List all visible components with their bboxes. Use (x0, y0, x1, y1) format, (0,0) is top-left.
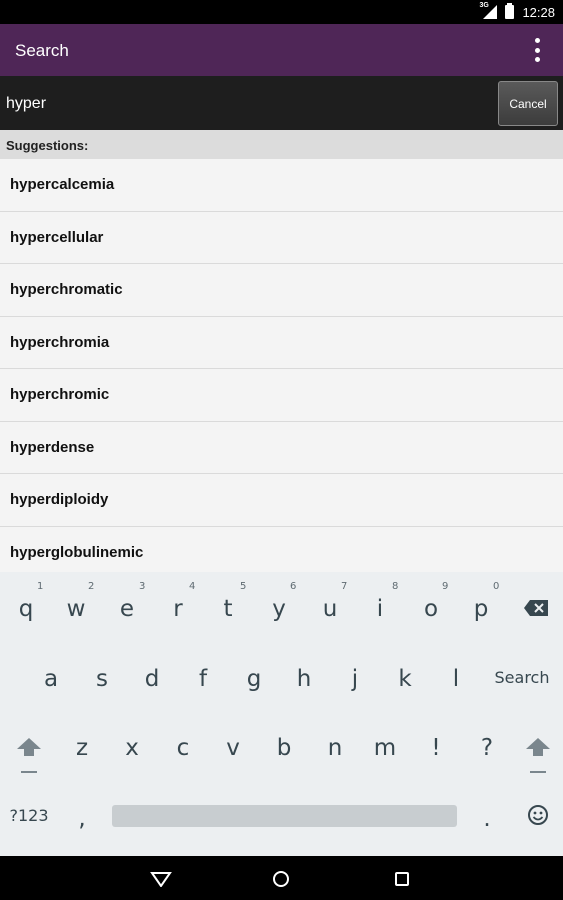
key-hint: 1 (37, 581, 44, 592)
suggestion-item[interactable]: hyperdiploidy (0, 474, 563, 527)
cell-signal-icon: 3G (479, 2, 498, 19)
key-f[interactable]: f (191, 668, 215, 691)
backspace-icon[interactable] (523, 599, 549, 617)
status-icons: 3G 12:28 (479, 2, 555, 20)
key-t[interactable]: t (216, 598, 240, 621)
home-icon[interactable] (270, 868, 292, 890)
key-n[interactable]: n (323, 737, 347, 760)
navigation-bar (0, 856, 563, 900)
key-x[interactable]: x (120, 737, 144, 760)
key-i[interactable]: i (368, 598, 392, 621)
shift-underline (21, 771, 37, 773)
suggestions-list: hypercalcemia hypercellular hyperchromat… (0, 159, 563, 572)
key-p[interactable]: p (469, 598, 493, 621)
emoji-icon[interactable] (527, 804, 549, 826)
symbols-key[interactable]: ?123 (6, 808, 52, 824)
key-hint: 9 (442, 581, 449, 592)
cancel-button[interactable]: Cancel (498, 81, 558, 126)
search-key[interactable]: Search (491, 670, 553, 686)
key-hint: 5 (240, 581, 247, 592)
shift-right-icon[interactable] (525, 737, 551, 757)
suggestion-item[interactable]: hypercellular (0, 211, 563, 264)
search-input[interactable] (6, 92, 486, 116)
search-bar: Cancel (0, 76, 563, 130)
key-w[interactable]: w (64, 598, 88, 621)
key-hint: 8 (392, 581, 399, 592)
suggestion-item[interactable]: hyperchromia (0, 316, 563, 369)
key-c[interactable]: c (171, 737, 195, 760)
shift-underline (530, 771, 546, 773)
key-q[interactable]: q (14, 598, 38, 621)
space-bar[interactable] (112, 805, 457, 827)
key-h[interactable]: h (292, 668, 316, 691)
recents-icon[interactable] (391, 868, 413, 890)
key-comma[interactable]: , (70, 808, 94, 831)
key-g[interactable]: g (242, 668, 266, 691)
network-type: 3G (479, 2, 489, 9)
key-hint: 2 (88, 581, 95, 592)
key-u[interactable]: u (318, 598, 342, 621)
key-k[interactable]: k (393, 668, 417, 691)
key-o[interactable]: o (419, 598, 443, 621)
status-time: 12:28 (522, 4, 555, 20)
key-question[interactable]: ? (475, 737, 499, 760)
status-bar: 3G 12:28 (0, 0, 563, 24)
key-r[interactable]: r (166, 598, 190, 621)
suggestions-header: Suggestions: (0, 130, 563, 159)
app-title: Search (15, 41, 69, 60)
key-d[interactable]: d (140, 668, 164, 691)
key-hint: 6 (290, 581, 297, 592)
key-y[interactable]: y (267, 598, 291, 621)
key-hint: 0 (493, 581, 500, 592)
key-hint: 4 (189, 581, 196, 592)
shift-left-icon[interactable] (16, 737, 42, 757)
soft-keyboard: 1 2 3 4 5 6 7 8 9 0 q w e r t y u i o p … (0, 572, 563, 856)
key-l[interactable]: l (444, 668, 468, 691)
key-z[interactable]: z (70, 737, 94, 760)
key-exclamation[interactable]: ! (424, 737, 448, 760)
suggestions-header-label: Suggestions: (6, 138, 89, 153)
overflow-menu-icon[interactable] (533, 38, 541, 62)
key-s[interactable]: s (90, 668, 114, 691)
key-a[interactable]: a (39, 668, 63, 691)
suggestion-item[interactable]: hyperglobulinemic (0, 526, 563, 572)
key-m[interactable]: m (373, 737, 397, 760)
key-e[interactable]: e (115, 598, 139, 621)
key-hint: 7 (341, 581, 348, 592)
key-j[interactable]: j (343, 668, 367, 691)
suggestion-item[interactable]: hyperchromic (0, 369, 563, 422)
app-bar: Search (0, 24, 563, 76)
key-b[interactable]: b (272, 737, 296, 760)
battery-icon (505, 3, 515, 19)
suggestion-item[interactable]: hypercalcemia (0, 159, 563, 212)
suggestion-item[interactable]: hyperchromatic (0, 264, 563, 317)
back-icon[interactable] (150, 868, 172, 890)
key-period[interactable]: . (475, 808, 499, 831)
key-hint: 3 (139, 581, 146, 592)
key-v[interactable]: v (221, 737, 245, 760)
suggestion-item[interactable]: hyperdense (0, 421, 563, 474)
